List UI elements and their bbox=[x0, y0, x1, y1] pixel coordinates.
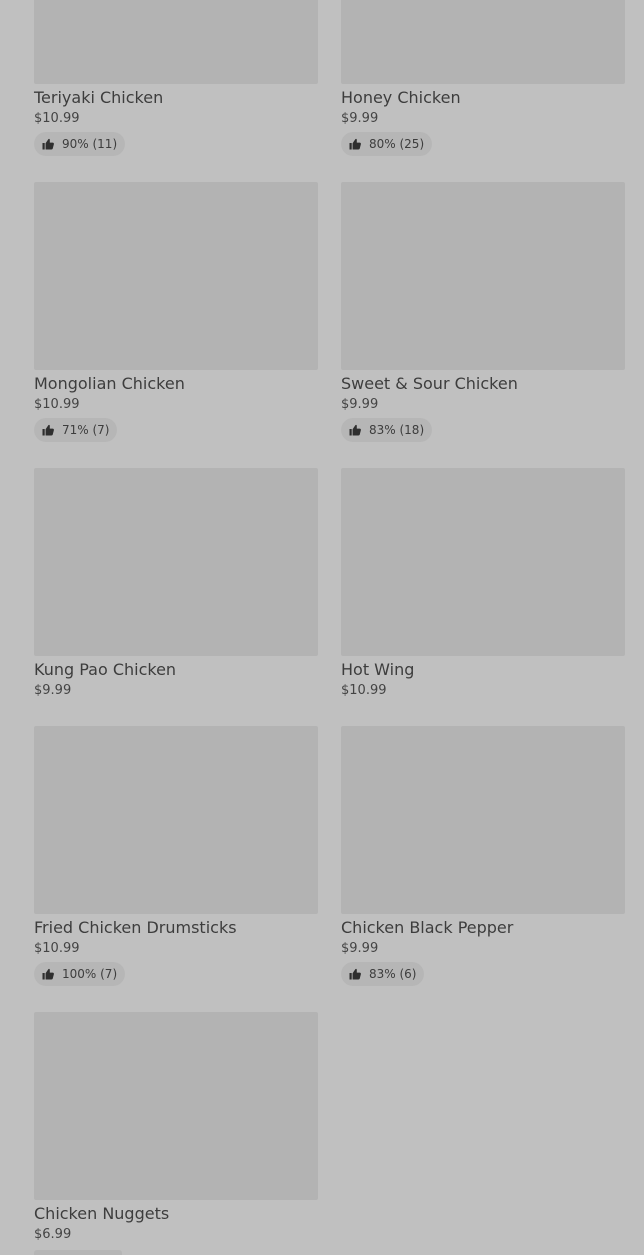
menu-item-price: $10.99 bbox=[34, 941, 80, 956]
thumbs-up-icon bbox=[42, 424, 54, 436]
rating-badge: 80% (25) bbox=[341, 132, 433, 156]
menu-item-image[interactable] bbox=[341, 182, 625, 370]
menu-item-name: Chicken Nuggets bbox=[34, 1204, 170, 1223]
rating-text: 90% (11) bbox=[62, 137, 118, 151]
menu-item-price: $9.99 bbox=[341, 397, 379, 412]
menu-item-price: $10.99 bbox=[341, 683, 387, 698]
thumbs-up-icon bbox=[42, 968, 54, 980]
menu-item-card[interactable]: Chicken Nuggets $6.99 bbox=[34, 1012, 318, 1243]
menu-item-name: Teriyaki Chicken bbox=[34, 88, 164, 107]
menu-item-card[interactable]: Sweet & Sour Chicken $9.99 83% (18) bbox=[341, 182, 625, 442]
menu-item-name: Chicken Black Pepper bbox=[341, 918, 514, 937]
menu-item-price: $6.99 bbox=[34, 1227, 72, 1242]
menu-item-card[interactable]: Honey Chicken $9.99 80% (25) bbox=[341, 0, 625, 156]
rating-text: 83% (6) bbox=[369, 967, 417, 981]
menu-item-name: Honey Chicken bbox=[341, 88, 461, 107]
thumbs-up-icon bbox=[42, 138, 54, 150]
thumbs-up-icon bbox=[349, 138, 361, 150]
menu-item-card[interactable]: Kung Pao Chicken $9.99 bbox=[34, 468, 318, 699]
rating-badge: 71% (7) bbox=[34, 418, 118, 442]
menu-item-image[interactable] bbox=[341, 468, 625, 656]
rating-text: 71% (7) bbox=[62, 423, 110, 437]
menu-item-grid: Teriyaki Chicken $10.99 90% (11) Honey C… bbox=[0, 0, 644, 1255]
rating-badge: 83% (18) bbox=[341, 418, 433, 442]
rating-badge: 83% (6) bbox=[341, 962, 425, 986]
menu-item-name: Mongolian Chicken bbox=[34, 374, 185, 393]
menu-item-image[interactable] bbox=[34, 468, 318, 656]
menu-item-name: Hot Wing bbox=[341, 660, 415, 679]
rating-text: 83% (18) bbox=[369, 423, 425, 437]
rating-badge bbox=[34, 1250, 122, 1255]
menu-item-image[interactable] bbox=[34, 1012, 318, 1200]
menu-item-price: $9.99 bbox=[341, 111, 379, 126]
thumbs-up-icon bbox=[349, 968, 361, 980]
menu-item-price: $9.99 bbox=[34, 683, 72, 698]
menu-item-image[interactable] bbox=[34, 0, 318, 84]
rating-text: 80% (25) bbox=[369, 137, 425, 151]
rating-text: 100% (7) bbox=[62, 967, 118, 981]
menu-item-card[interactable]: Fried Chicken Drumsticks $10.99 100% (7) bbox=[34, 726, 318, 986]
menu-item-price: $10.99 bbox=[34, 397, 80, 412]
menu-item-card[interactable]: Chicken Black Pepper $9.99 83% (6) bbox=[341, 726, 625, 986]
menu-item-name: Sweet & Sour Chicken bbox=[341, 374, 518, 393]
menu-item-image[interactable] bbox=[341, 726, 625, 914]
menu-item-image[interactable] bbox=[34, 726, 318, 914]
menu-item-image[interactable] bbox=[341, 0, 625, 84]
menu-item-card[interactable]: Hot Wing $10.99 bbox=[341, 468, 625, 699]
menu-item-card[interactable]: Teriyaki Chicken $10.99 90% (11) bbox=[34, 0, 318, 156]
menu-item-image[interactable] bbox=[34, 182, 318, 370]
menu-item-price: $10.99 bbox=[34, 111, 80, 126]
thumbs-up-icon bbox=[349, 424, 361, 436]
menu-item-name: Fried Chicken Drumsticks bbox=[34, 918, 237, 937]
menu-item-price: $9.99 bbox=[341, 941, 379, 956]
rating-badge: 100% (7) bbox=[34, 962, 126, 986]
menu-item-name: Kung Pao Chicken bbox=[34, 660, 177, 679]
menu-item-card[interactable]: Mongolian Chicken $10.99 71% (7) bbox=[34, 182, 318, 442]
rating-badge: 90% (11) bbox=[34, 132, 126, 156]
